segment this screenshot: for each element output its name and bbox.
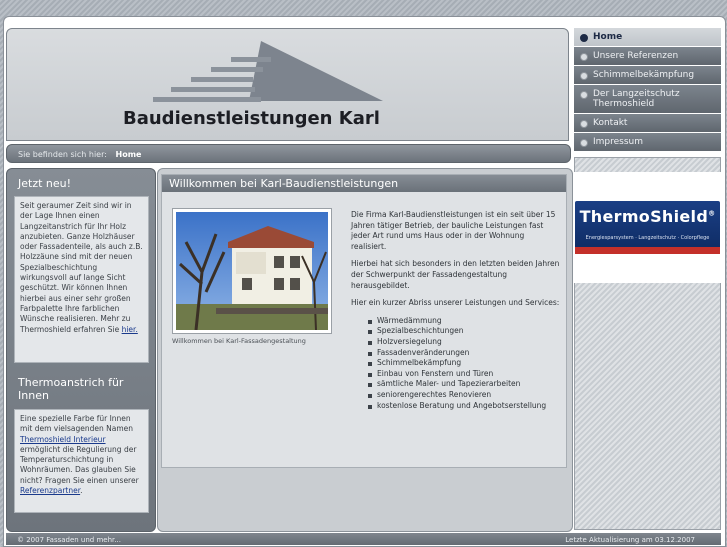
bullet-icon [580, 139, 588, 147]
logo-roof-icon [153, 41, 383, 102]
paragraph: Hierbei hat sich besonders in den letzte… [351, 259, 560, 290]
bullet-icon [580, 34, 588, 42]
intro-text: Die Firma Karl-Baudienstleistungen ist e… [351, 210, 561, 411]
news-text: Seit geraumer Zeit sind wir in der Lage … [20, 201, 143, 334]
breadcrumb-prefix: Sie befinden sich hier: [18, 150, 107, 159]
nav-item-label: Kontakt [593, 118, 628, 128]
list-item: Holzversiegelung [368, 337, 561, 348]
nav-item-label: Der Langzeitschutz Thermoshield [593, 89, 680, 109]
nav-item-label: Schimmelbekämpfung [593, 70, 695, 80]
thermoshield-logo-text: ThermoShield® [579, 207, 716, 226]
content-panel: Willkommen bei Karl-Baudienstleistungen [161, 174, 567, 468]
main-navigation: Home Unsere Referenzen Schimmelbekämpfun… [574, 28, 721, 157]
nav-item-schimmelbekaempfung[interactable]: Schimmelbekämpfung [574, 66, 721, 84]
referenzpartner-link[interactable]: Referenzpartner [20, 486, 80, 495]
interior-box: Eine spezielle Farbe für Innen mit dem v… [14, 409, 149, 513]
paragraph: Hier ein kurzer Abriss unserer Leistunge… [351, 298, 560, 308]
interior-text-3: . [80, 486, 83, 496]
list-item: seniorengerechtes Renovieren [368, 390, 561, 401]
thermoshield-tagline: Energiesparsystem · Langzeitschutz · Col… [585, 235, 710, 241]
nav-item-thermoshield[interactable]: Der Langzeitschutz Thermoshield [574, 85, 721, 113]
list-item: Schimmelbekämpfung [368, 358, 561, 369]
news-title: Jetzt neu! [18, 177, 72, 190]
list-item: Einbau von Fenstern und Türen [368, 369, 561, 380]
photo-caption: Willkommen bei Karl-Fassadengestaltung [172, 337, 306, 345]
bullet-icon [580, 53, 588, 61]
content-title: Willkommen bei Karl-Baudienstleistungen [162, 175, 566, 192]
nav-item-label: Home [593, 32, 623, 42]
site-footer: © 2007 Fassaden und mehr... Letzte Aktua… [6, 533, 721, 545]
main-area: Willkommen bei Karl-Baudienstleistungen [157, 168, 573, 532]
nav-item-label: Unsere Referenzen [593, 51, 679, 61]
list-item: Wärmedämmung [368, 316, 561, 327]
paragraph: Die Firma Karl-Baudienstleistungen ist e… [351, 210, 556, 251]
list-item: sämtliche Maler- und Tapezierarbeiten [368, 379, 561, 390]
nav-item-kontakt[interactable]: Kontakt [574, 114, 721, 132]
list-item: Spezialbeschichtungen [368, 326, 561, 337]
nav-item-referenzen[interactable]: Unsere Referenzen [574, 47, 721, 65]
list-item: kostenlose Beratung und Angebotserstellu… [368, 401, 561, 412]
interior-title: Thermoanstrich für Innen [18, 376, 124, 402]
nav-item-home[interactable]: Home [574, 28, 721, 46]
thermoshield-band [575, 247, 720, 254]
thermoshield-banner[interactable]: ThermoShield® Energiesparsystem · Langze… [575, 201, 720, 254]
house-image [176, 212, 328, 331]
news-box: Seit geraumer Zeit sind wir in der Lage … [14, 196, 149, 363]
breadcrumb-current[interactable]: Home [116, 150, 142, 159]
news-link[interactable]: hier. [122, 325, 138, 334]
bullet-icon [580, 120, 588, 128]
bullet-icon [580, 72, 588, 80]
interior-text: Eine spezielle Farbe für Innen mit dem v… [20, 414, 134, 434]
interior-link[interactable]: Thermoshield Interieur [20, 435, 106, 444]
interior-text-2: ermöglicht die Regulierung der Temperatu… [20, 444, 139, 485]
list-item: Fassadenveränderungen [368, 348, 561, 359]
nav-item-label: Impressum [593, 137, 644, 147]
bullet-icon [580, 91, 588, 99]
breadcrumb: Sie befinden sich hier: Home [6, 144, 571, 163]
left-sidebar: Jetzt neu! Seit geraumer Zeit sind wir i… [6, 168, 156, 532]
site-header: Baudienstleistungen Karl [6, 28, 569, 141]
services-list: Wärmedämmung Spezialbeschichtungen Holzv… [351, 316, 561, 411]
nav-item-impressum[interactable]: Impressum [574, 133, 721, 151]
house-photo [172, 208, 332, 334]
company-name: Baudienstleistungen Karl [123, 108, 380, 129]
